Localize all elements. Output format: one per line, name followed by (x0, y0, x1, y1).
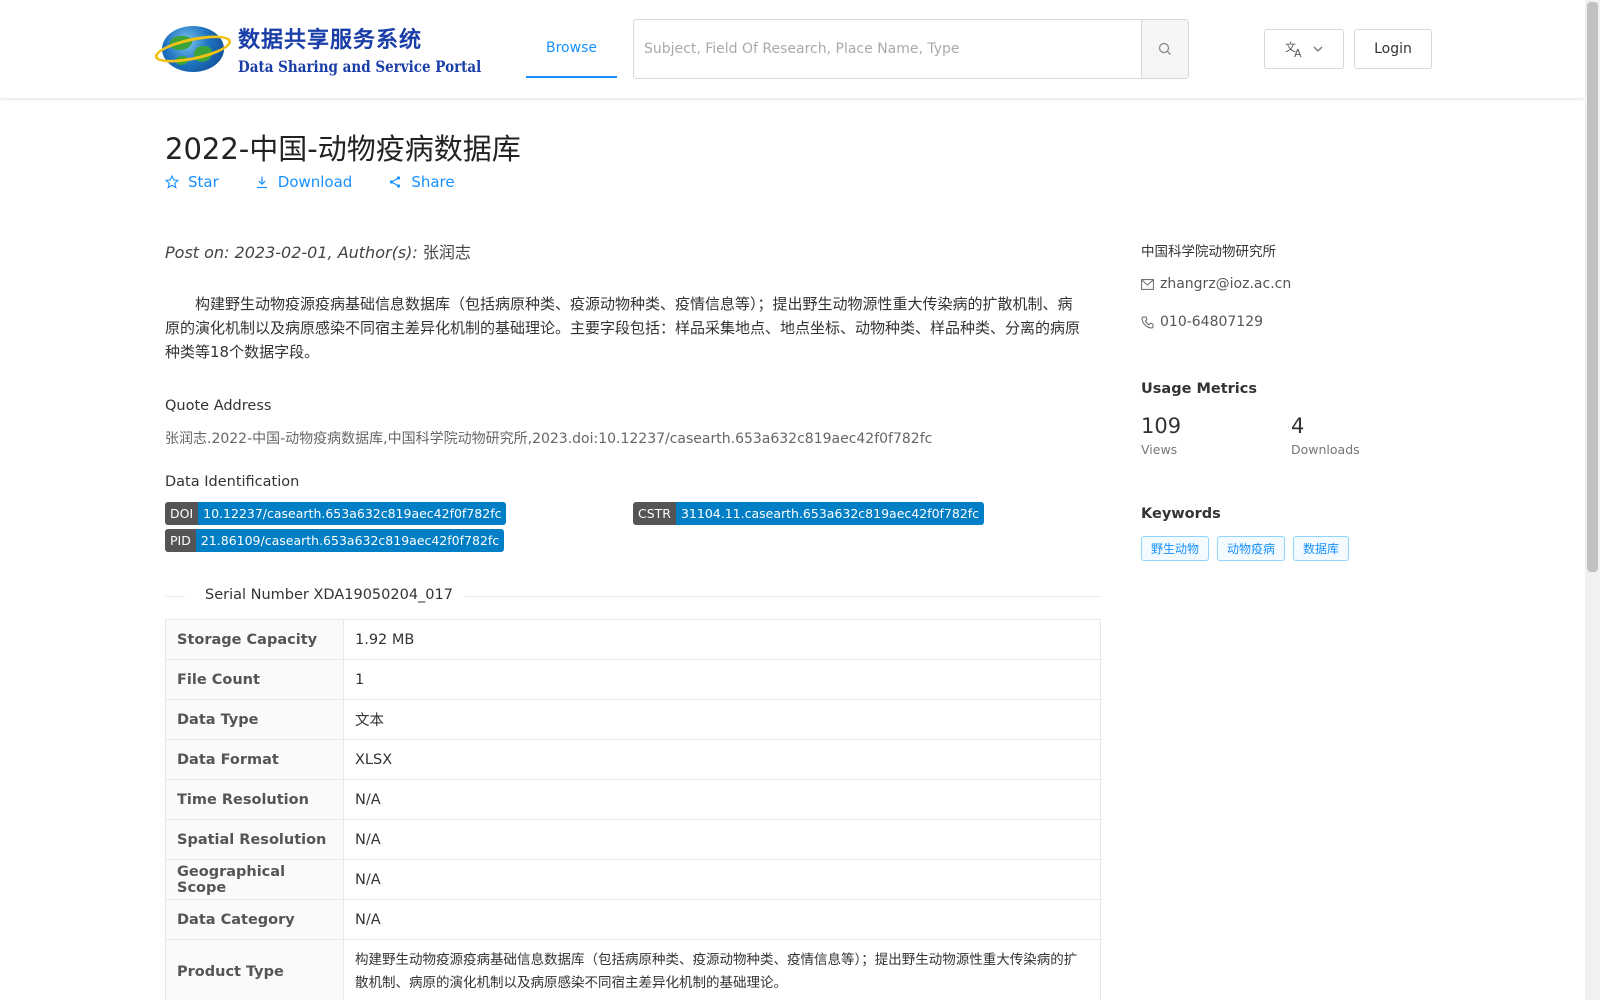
serial-number-divider: Serial Number XDA19050204_017 (165, 584, 1100, 610)
info-value: 1 (343, 659, 1101, 700)
download-label: Download (277, 173, 353, 191)
cstr-badge[interactable]: CSTR 31104.11.casearth.653a632c819aec42f… (633, 502, 985, 525)
info-value: 文本 (343, 699, 1101, 740)
search-button[interactable] (1141, 20, 1188, 78)
keyword-tag[interactable]: 野生动物 (1141, 536, 1210, 561)
share-icon (390, 176, 401, 188)
downloads-metric: 4 Downloads (1291, 414, 1360, 457)
doi-badge[interactable]: DOI 10.12237/casearth.653a632c819aec42f0… (165, 502, 507, 525)
organization-name: 中国科学院动物研究所 (1141, 244, 1276, 260)
table-row: File Count 1 (165, 659, 1101, 700)
views-label: Views (1141, 442, 1178, 457)
info-key: Time Resolution (165, 779, 344, 820)
login-button[interactable]: Login (1354, 29, 1432, 69)
info-value: N/A (343, 779, 1101, 820)
search-input[interactable] (634, 20, 1141, 78)
contact-email-text: zhangrz@ioz.ac.cn (1160, 276, 1292, 292)
dataset-description: 构建野生动物疫源疫病基础信息数据库（包括病原种类、疫源动物种类、疫情信息等）；提… (165, 295, 1081, 361)
doi-badge-key: DOI (165, 502, 199, 525)
table-row: Geographical Scope N/A (165, 859, 1101, 900)
search-icon (1158, 42, 1171, 55)
table-row: Spatial Resolution N/A (165, 819, 1101, 860)
keyword-tag[interactable]: 数据库 (1293, 536, 1350, 561)
nav-browse-tab[interactable]: Browse (526, 28, 617, 78)
language-switcher[interactable]: 文 A (1264, 29, 1344, 69)
info-key: File Count (165, 659, 344, 700)
info-key: Data Type (165, 699, 344, 740)
top-header: 数据共享服务系统 Data Sharing and Service Portal… (0, 0, 1585, 98)
usage-metrics-heading: Usage Metrics (1141, 381, 1257, 397)
star-button[interactable]: Star (165, 173, 219, 191)
pid-badge-value: 21.86109/casearth.653a632c819aec42f0f782… (195, 529, 505, 552)
phone-icon (1141, 316, 1154, 329)
info-value: N/A (343, 859, 1101, 900)
contact-email[interactable]: zhangrz@ioz.ac.cn (1141, 276, 1291, 292)
info-key: Data Format (165, 739, 344, 780)
site-logo[interactable]: 数据共享服务系统 Data Sharing and Service Portal (152, 18, 482, 78)
download-icon (256, 176, 267, 189)
dataset-actions: Star Download Share (165, 173, 455, 191)
quote-address-heading: Quote Address (165, 398, 272, 414)
post-date-prefix: Post on: 2023-02-01, Author(s): (165, 243, 423, 262)
serial-number: Serial Number XDA19050204_017 (205, 587, 453, 603)
table-row: Product Type 构建野生动物疫源疫病基础信息数据库（包括病原种类、疫源动… (165, 939, 1101, 1000)
cstr-badge-value: 31104.11.casearth.653a632c819aec42f0f782… (675, 502, 985, 525)
cstr-badge-key: CSTR (633, 502, 676, 525)
table-row: Storage Capacity 1.92 MB (165, 619, 1101, 660)
info-key: Storage Capacity (165, 619, 344, 660)
pid-badge[interactable]: PID 21.86109/casearth.653a632c819aec42f0… (165, 529, 505, 552)
translate-icon: 文 A (1285, 40, 1302, 58)
scrollbar-thumb[interactable] (1587, 2, 1598, 572)
share-button[interactable]: Share (388, 173, 455, 191)
views-metric: 109 Views (1141, 414, 1181, 457)
table-row: Time Resolution N/A (165, 779, 1101, 820)
info-value: 1.92 MB (343, 619, 1101, 660)
mail-icon (1141, 278, 1154, 290)
views-count: 109 (1141, 414, 1182, 438)
globe-logo-icon (152, 18, 234, 78)
dataset-title: 2022-中国-动物疫病数据库 (165, 132, 521, 166)
post-info: Post on: 2023-02-01, Author(s): 张润志 (165, 239, 471, 263)
doi-badge-value: 10.12237/casearth.653a632c819aec42f0f782… (198, 502, 507, 525)
quote-address-text: 张润志.2022-中国-动物疫病数据库,中国科学院动物研究所,2023.doi:… (165, 431, 933, 447)
page-scrollbar[interactable] (1585, 0, 1600, 1000)
data-identification-heading: Data Identification (165, 474, 300, 490)
downloads-count: 4 (1291, 414, 1305, 438)
keyword-tag[interactable]: 动物疫病 (1217, 536, 1286, 561)
share-label: Share (411, 173, 455, 191)
table-row: Data Type 文本 (165, 699, 1101, 740)
info-value: XLSX (343, 739, 1101, 780)
author-name: 张润志 (422, 243, 471, 262)
table-row: Data Category N/A (165, 899, 1101, 940)
table-row: Data Format XLSX (165, 739, 1101, 780)
info-key: Product Type (165, 939, 344, 1000)
pid-badge-key: PID (165, 529, 196, 552)
info-value: 构建野生动物疫源疫病基础信息数据库（包括病原种类、疫源动物种类、疫情信息等）；提… (343, 939, 1101, 1000)
info-key: Data Category (165, 899, 344, 940)
info-key: Spatial Resolution (165, 819, 344, 860)
contact-phone-text: 010-64807129 (1160, 314, 1264, 330)
info-value: N/A (343, 899, 1101, 940)
star-label: Star (188, 173, 219, 191)
contact-phone: 010-64807129 (1141, 314, 1263, 330)
info-key: Geographical Scope (165, 859, 344, 900)
download-button[interactable]: Download (255, 173, 353, 191)
downloads-label: Downloads (1291, 442, 1360, 457)
chevron-down-icon (1313, 46, 1323, 52)
svg-text:A: A (1294, 47, 1302, 58)
logo-chinese-name: 数据共享服务系统 (238, 27, 423, 53)
keywords-heading: Keywords (1141, 506, 1221, 522)
dataset-info-table: Storage Capacity 1.92 MB File Count 1 Data T… (165, 619, 1101, 1000)
search-bar (633, 19, 1189, 79)
star-icon (165, 175, 179, 189)
logo-english-name: Data Sharing and Service Portal (238, 58, 482, 77)
keyword-tags: 野生动物 动物疫病 数据库 (1141, 536, 1350, 561)
info-value: N/A (343, 819, 1101, 860)
